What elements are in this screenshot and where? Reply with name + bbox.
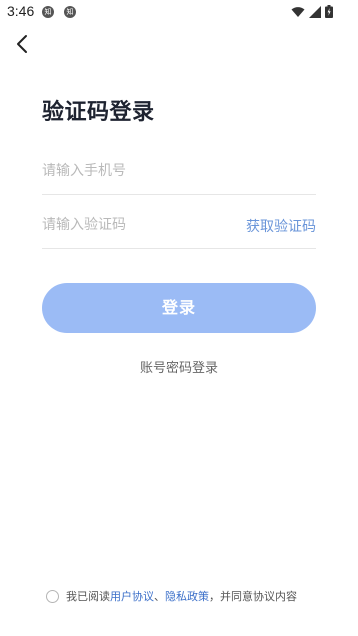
back-button[interactable] <box>10 32 34 60</box>
phone-input[interactable] <box>42 158 222 184</box>
code-field-container: 获取验证码 <box>42 204 316 249</box>
status-bar: 3:46 知 知 <box>0 0 358 26</box>
privacy-policy-link[interactable]: 隐私政策 <box>165 588 209 604</box>
chevron-left-icon <box>16 34 28 58</box>
battery-icon <box>325 5 333 18</box>
signal-icon <box>309 5 321 18</box>
wifi-icon <box>291 6 305 18</box>
agreement-checkbox[interactable] <box>46 589 59 603</box>
get-code-button[interactable]: 获取验证码 <box>246 216 316 236</box>
agreement-separator: 、 <box>154 590 165 603</box>
agreement-prefix: 我已阅读 <box>66 590 110 603</box>
agreement-suffix: ，并同意协议内容 <box>209 590 297 603</box>
agreement-row: 我已阅读 用户协议 、 隐私政策 ，并同意协议内容 <box>46 588 297 604</box>
zhihu-notification-icon: 知 <box>42 6 54 18</box>
user-agreement-link[interactable]: 用户协议 <box>110 588 154 604</box>
verification-code-input[interactable] <box>42 212 222 238</box>
zhihu-notification-icon: 知 <box>64 6 76 18</box>
status-indicators <box>291 5 333 18</box>
login-button[interactable]: 登录 <box>42 283 316 333</box>
status-time: 3:46 <box>7 3 35 19</box>
phone-field-container <box>42 150 316 195</box>
page-title: 验证码登录 <box>42 100 155 125</box>
password-login-link[interactable]: 账号密码登录 <box>0 357 358 376</box>
